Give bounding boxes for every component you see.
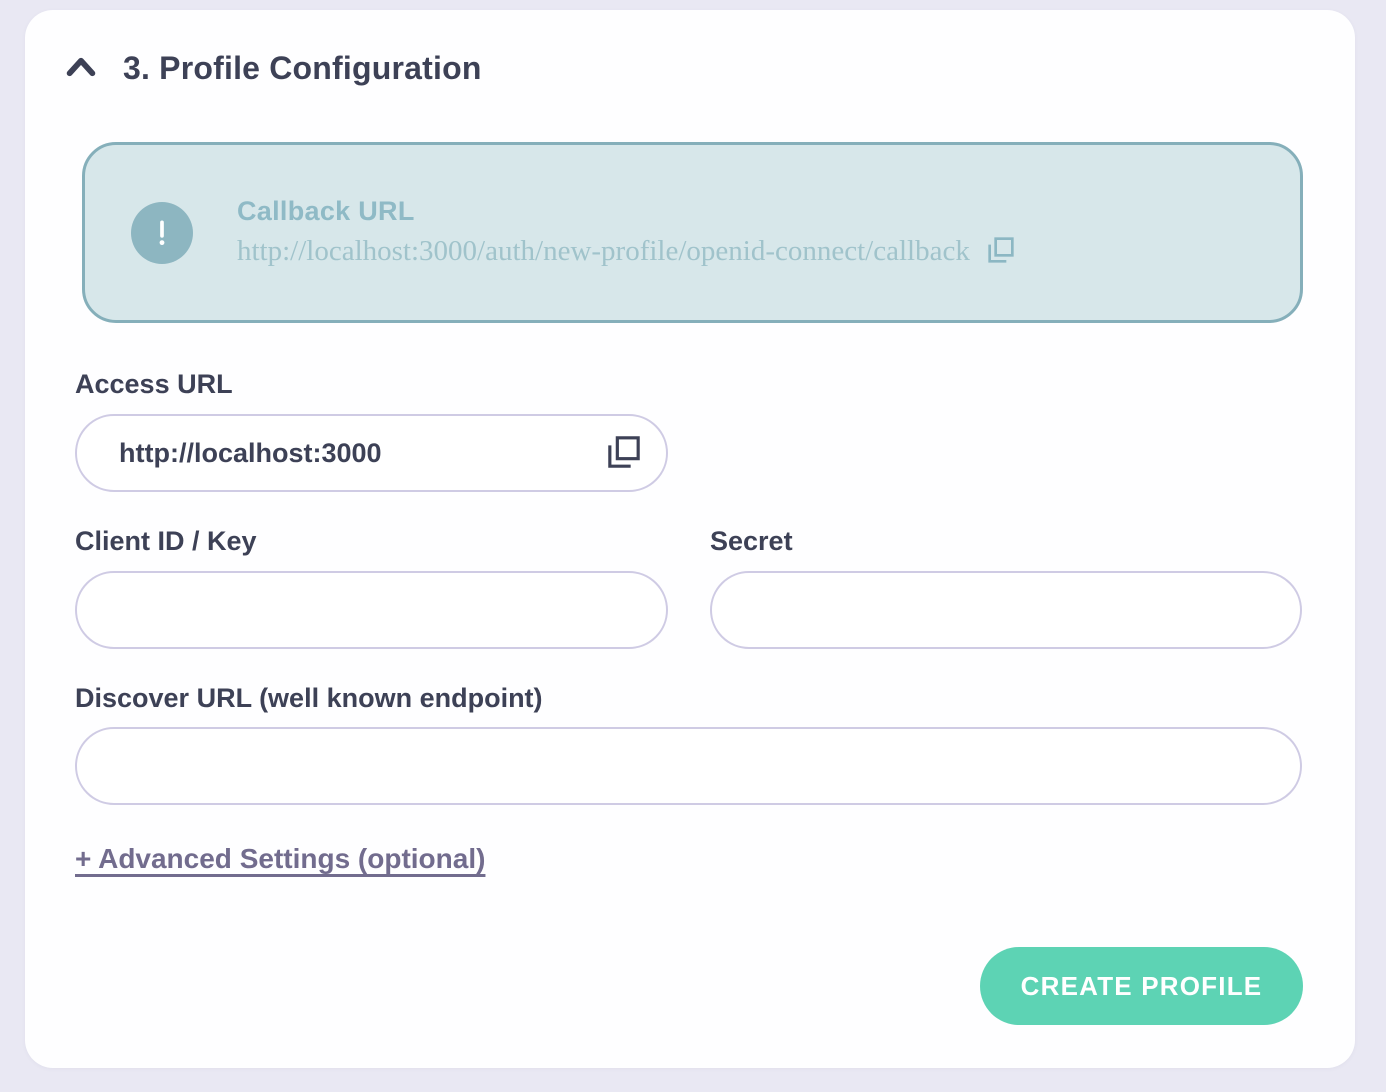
chevron-up-icon <box>65 53 97 84</box>
access-url-label: Access URL <box>75 369 233 400</box>
discover-url-input[interactable] <box>119 751 1278 782</box>
advanced-settings-link[interactable]: + Advanced Settings (optional) <box>75 843 485 875</box>
section-title: 3. Profile Configuration <box>123 50 482 87</box>
create-profile-button[interactable]: CREATE PROFILE <box>980 947 1303 1025</box>
collapse-section-button[interactable] <box>65 54 97 84</box>
discover-url-label: Discover URL (well known endpoint) <box>75 683 543 714</box>
copy-callback-url-button[interactable] <box>985 234 1017 269</box>
copy-icon <box>985 234 1017 269</box>
secret-input[interactable] <box>754 595 1278 626</box>
access-url-input[interactable] <box>119 438 604 469</box>
client-id-field <box>75 571 668 649</box>
copy-icon <box>604 432 644 475</box>
copy-access-url-button[interactable] <box>604 432 644 475</box>
callback-url-value: http://localhost:3000/auth/new-profile/o… <box>237 235 970 268</box>
section-header: 3. Profile Configuration <box>65 50 482 87</box>
exclamation-circle-icon <box>131 202 193 264</box>
client-id-label: Client ID / Key <box>75 526 257 557</box>
client-id-input[interactable] <box>119 595 644 626</box>
secret-label: Secret <box>710 526 793 557</box>
callback-url-label: Callback URL <box>237 196 1017 227</box>
callback-url-infobox: Callback URL http://localhost:3000/auth/… <box>82 142 1303 323</box>
discover-url-field <box>75 727 1302 805</box>
access-url-field <box>75 414 668 492</box>
profile-configuration-card: 3. Profile Configuration Callback URL ht… <box>25 10 1355 1068</box>
callback-url-text: Callback URL http://localhost:3000/auth/… <box>237 196 1017 269</box>
secret-field <box>710 571 1302 649</box>
